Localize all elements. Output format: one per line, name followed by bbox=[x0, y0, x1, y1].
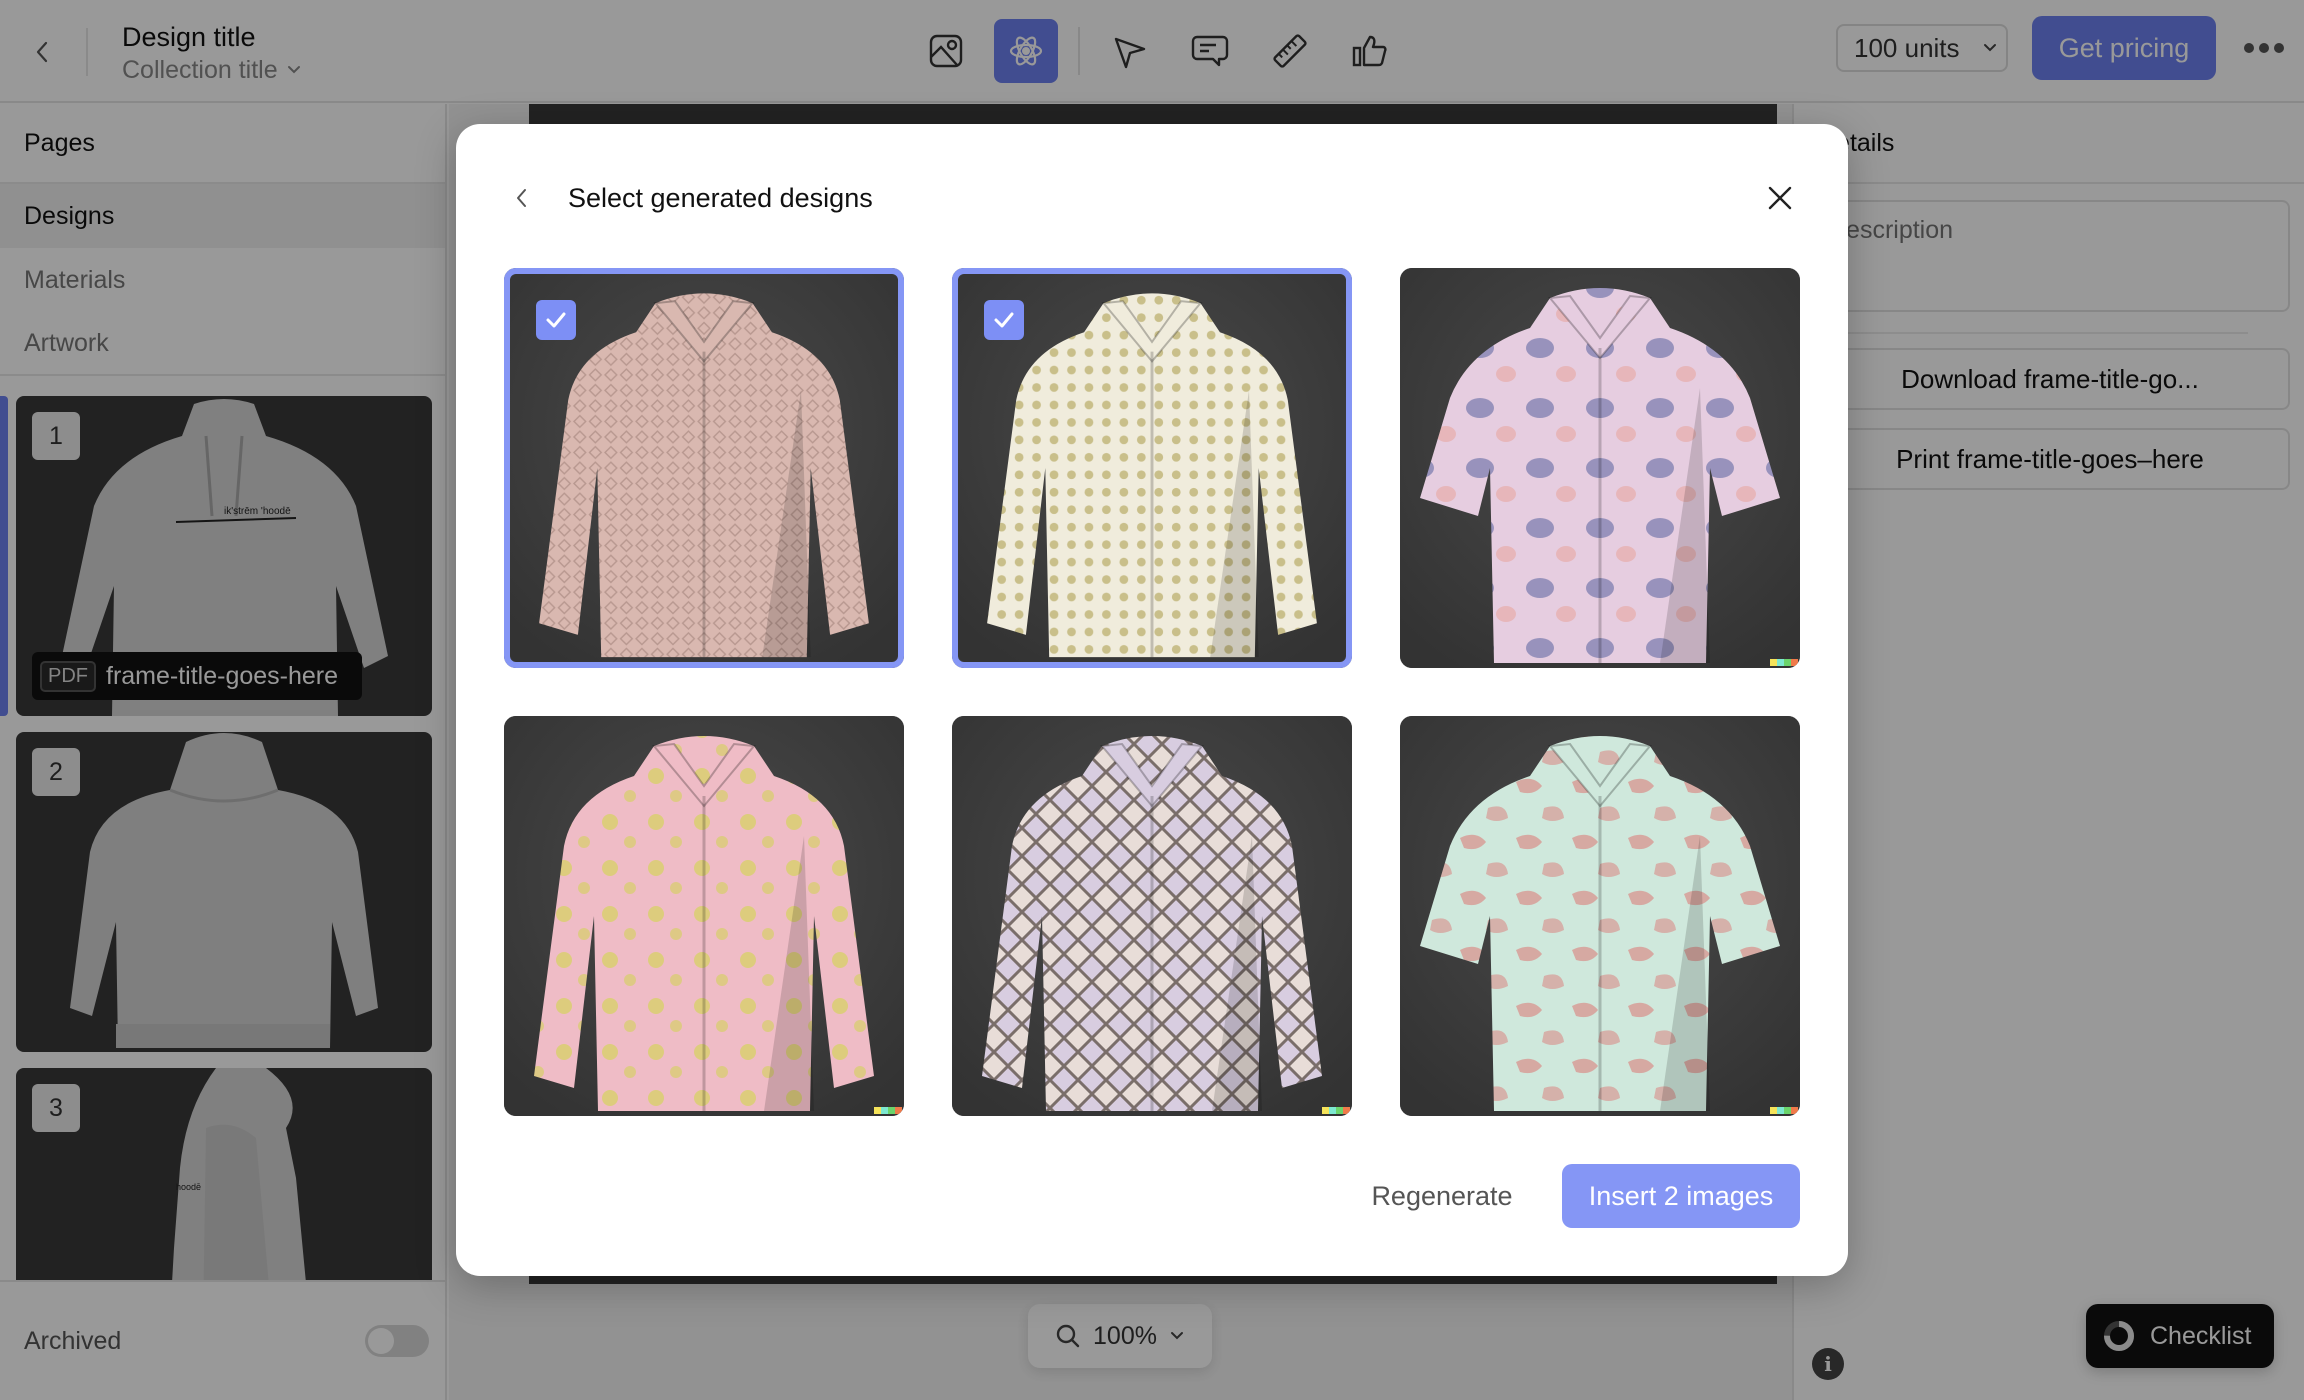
modal-title: Select generated designs bbox=[568, 183, 873, 213]
tile-checkbox[interactable] bbox=[536, 300, 576, 340]
design-tile[interactable] bbox=[952, 716, 1352, 1116]
design-tile[interactable] bbox=[504, 268, 904, 668]
chevron-left-icon bbox=[517, 189, 526, 207]
ai-watermark-icon bbox=[874, 1107, 902, 1114]
modal-close-button[interactable] bbox=[1756, 174, 1804, 222]
ai-watermark-icon bbox=[1770, 659, 1798, 666]
generated-shirt-image bbox=[952, 716, 1352, 1116]
checkmark-icon bbox=[546, 312, 566, 328]
close-icon bbox=[1768, 186, 1792, 210]
design-tile[interactable] bbox=[1400, 716, 1800, 1116]
regenerate-button[interactable]: Regenerate bbox=[1362, 1164, 1522, 1228]
select-designs-modal: Select generated designs Regenerate Inse… bbox=[456, 124, 1848, 1276]
generated-shirt-image bbox=[1400, 268, 1800, 668]
design-tile[interactable] bbox=[504, 716, 904, 1116]
tile-checkbox[interactable] bbox=[984, 300, 1024, 340]
generated-shirt-image bbox=[1400, 716, 1800, 1116]
generated-shirt-image bbox=[504, 716, 904, 1116]
ai-watermark-icon bbox=[1770, 1107, 1798, 1114]
insert-images-button[interactable]: Insert 2 images bbox=[1562, 1164, 1800, 1228]
checkmark-icon bbox=[994, 312, 1014, 328]
design-tile[interactable] bbox=[1400, 268, 1800, 668]
ai-watermark-icon bbox=[1322, 1107, 1350, 1114]
modal-back-button[interactable] bbox=[504, 176, 540, 220]
design-tile[interactable] bbox=[952, 268, 1352, 668]
